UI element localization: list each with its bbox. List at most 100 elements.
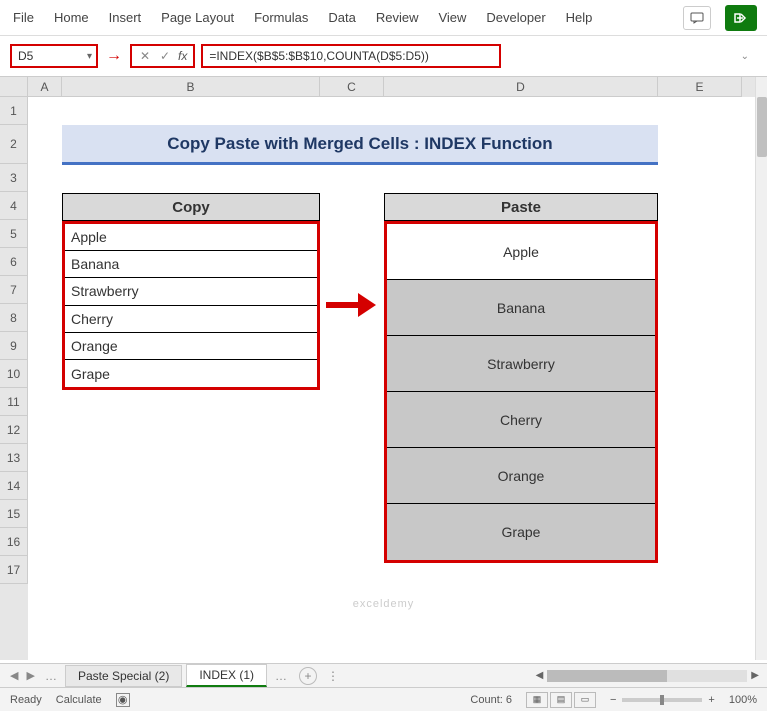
expand-formula-icon[interactable]: ⌄ xyxy=(741,51,757,62)
ribbon-pagelayout[interactable]: Page Layout xyxy=(158,6,237,29)
copy-range-highlight: Apple Banana Strawberry Cherry Orange Gr… xyxy=(62,221,320,390)
ribbon-review[interactable]: Review xyxy=(373,6,422,29)
scroll-thumb[interactable] xyxy=(757,97,767,157)
zoom-out-icon[interactable]: − xyxy=(610,694,616,706)
col-header-B[interactable]: B xyxy=(62,77,320,97)
view-pagelayout-button[interactable]: ▤ xyxy=(550,692,572,708)
row-header-16[interactable]: 16 xyxy=(0,528,28,556)
scroll-right-icon[interactable]: ▶ xyxy=(751,670,759,681)
annotation-arrow xyxy=(326,293,378,317)
row-header-9[interactable]: 9 xyxy=(0,332,28,360)
status-bar: Ready Calculate ◉ Count: 6 ▦ ▤ ▭ − + 100… xyxy=(0,687,767,711)
comment-icon xyxy=(690,12,704,24)
copy-cell[interactable]: Cherry xyxy=(65,306,317,333)
hscroll-thumb[interactable] xyxy=(547,670,667,682)
zoom-level[interactable]: 100% xyxy=(729,694,757,706)
paste-cell[interactable]: Strawberry xyxy=(387,336,655,392)
cancel-icon[interactable]: ✕ xyxy=(136,47,154,65)
formula-input[interactable]: =INDEX($B$5:$B$10,COUNTA(D$5:D5)) xyxy=(201,44,501,68)
macro-record-icon[interactable]: ◉ xyxy=(116,693,130,707)
row-header-14[interactable]: 14 xyxy=(0,472,28,500)
vertical-scrollbar[interactable] xyxy=(755,77,767,660)
ribbon-data[interactable]: Data xyxy=(325,6,358,29)
row-headers: 1 2 3 4 5 6 7 8 9 10 11 12 13 14 15 16 1… xyxy=(0,97,28,660)
copy-cell[interactable]: Apple xyxy=(65,224,317,251)
paste-header: Paste xyxy=(384,193,658,221)
paste-cell[interactable]: Grape xyxy=(387,504,655,560)
row-header-17[interactable]: 17 xyxy=(0,556,28,584)
row-header-11[interactable]: 11 xyxy=(0,388,28,416)
row-header-12[interactable]: 12 xyxy=(0,416,28,444)
tab-next-icon[interactable]: ▶ xyxy=(24,669,36,682)
status-ready: Ready xyxy=(10,694,42,706)
fx-icon[interactable]: fx xyxy=(176,49,189,63)
ribbon-insert[interactable]: Insert xyxy=(106,6,145,29)
copy-cell[interactable]: Strawberry xyxy=(65,278,317,305)
tab-overflow-icon[interactable]: … xyxy=(41,669,61,683)
row-header-1[interactable]: 1 xyxy=(0,97,28,125)
copy-cell[interactable]: Banana xyxy=(65,251,317,278)
column-headers: A B C D E xyxy=(0,77,755,97)
paste-cell[interactable]: Cherry xyxy=(387,392,655,448)
tab-more-icon[interactable]: … xyxy=(271,669,291,683)
zoom-in-icon[interactable]: + xyxy=(708,694,714,706)
status-count: Count: 6 xyxy=(470,694,512,706)
paste-cell[interactable]: Banana xyxy=(387,280,655,336)
row-header-7[interactable]: 7 xyxy=(0,276,28,304)
ribbon-formulas[interactable]: Formulas xyxy=(251,6,311,29)
row-header-8[interactable]: 8 xyxy=(0,304,28,332)
row-header-2[interactable]: 2 xyxy=(0,125,28,164)
ribbon-file[interactable]: File xyxy=(10,6,37,29)
copy-header: Copy xyxy=(62,193,320,221)
sheet-tab-paste-special[interactable]: Paste Special (2) xyxy=(65,665,182,687)
copy-cell[interactable]: Orange xyxy=(65,333,317,360)
comments-button[interactable] xyxy=(683,6,711,30)
name-box[interactable]: D5 ▾ xyxy=(10,44,98,68)
row-header-15[interactable]: 15 xyxy=(0,500,28,528)
copy-cell[interactable]: Grape xyxy=(65,360,317,387)
formula-bar: D5 ▾ → ✕ ✓ fx =INDEX($B$5:$B$10,COUNTA(D… xyxy=(0,36,767,76)
col-header-E[interactable]: E xyxy=(658,77,742,97)
view-buttons: ▦ ▤ ▭ xyxy=(526,692,596,708)
formula-text: =INDEX($B$5:$B$10,COUNTA(D$5:D5)) xyxy=(209,49,429,63)
paste-range-highlight: Apple Banana Strawberry Cherry Orange Gr… xyxy=(384,221,658,563)
chevron-down-icon[interactable]: ▾ xyxy=(87,51,92,62)
horizontal-scrollbar[interactable]: ◀ ▶ xyxy=(536,670,759,682)
formula-buttons: ✕ ✓ fx xyxy=(130,44,195,68)
row-header-4[interactable]: 4 xyxy=(0,192,28,220)
zoom-slider[interactable]: − + xyxy=(610,694,715,706)
tab-prev-icon[interactable]: ◀ xyxy=(8,669,20,682)
sheet-title: Copy Paste with Merged Cells : INDEX Fun… xyxy=(62,125,658,165)
paste-cell[interactable]: Orange xyxy=(387,448,655,504)
status-calculate: Calculate xyxy=(56,694,102,706)
col-header-C[interactable]: C xyxy=(320,77,384,97)
cells-area[interactable]: Copy Paste with Merged Cells : INDEX Fun… xyxy=(28,97,755,660)
ribbon-developer[interactable]: Developer xyxy=(483,6,548,29)
view-normal-button[interactable]: ▦ xyxy=(526,692,548,708)
scroll-left-icon[interactable]: ◀ xyxy=(536,670,544,681)
view-pagebreak-button[interactable]: ▭ xyxy=(574,692,596,708)
row-header-10[interactable]: 10 xyxy=(0,360,28,388)
add-sheet-button[interactable]: + xyxy=(299,667,317,685)
ribbon-home[interactable]: Home xyxy=(51,6,92,29)
paste-cell[interactable]: Apple xyxy=(387,224,655,280)
row-header-3[interactable]: 3 xyxy=(0,164,28,192)
col-header-D[interactable]: D xyxy=(384,77,658,97)
sheet-tab-index[interactable]: INDEX (1) xyxy=(186,664,267,687)
ribbon-view[interactable]: View xyxy=(435,6,469,29)
row-header-5[interactable]: 5 xyxy=(0,220,28,248)
ribbon-tabs: File Home Insert Page Layout Formulas Da… xyxy=(0,0,767,36)
annotation-arrow-icon: → xyxy=(106,47,122,65)
share-button[interactable] xyxy=(725,5,757,31)
sheet-tabs-bar: ◀ ▶ … Paste Special (2) INDEX (1) … + ⋮ … xyxy=(0,663,767,687)
spreadsheet-grid: A B C D E 1 2 3 4 5 6 7 8 9 10 11 12 13 … xyxy=(0,76,767,660)
col-header-A[interactable]: A xyxy=(28,77,62,97)
ribbon-help[interactable]: Help xyxy=(563,6,596,29)
row-header-13[interactable]: 13 xyxy=(0,444,28,472)
row-header-6[interactable]: 6 xyxy=(0,248,28,276)
select-all-corner[interactable] xyxy=(0,77,28,97)
share-icon xyxy=(734,11,748,25)
cell-reference: D5 xyxy=(18,49,33,63)
enter-icon[interactable]: ✓ xyxy=(156,47,174,65)
tab-divider-icon: ⋮ xyxy=(327,669,339,683)
